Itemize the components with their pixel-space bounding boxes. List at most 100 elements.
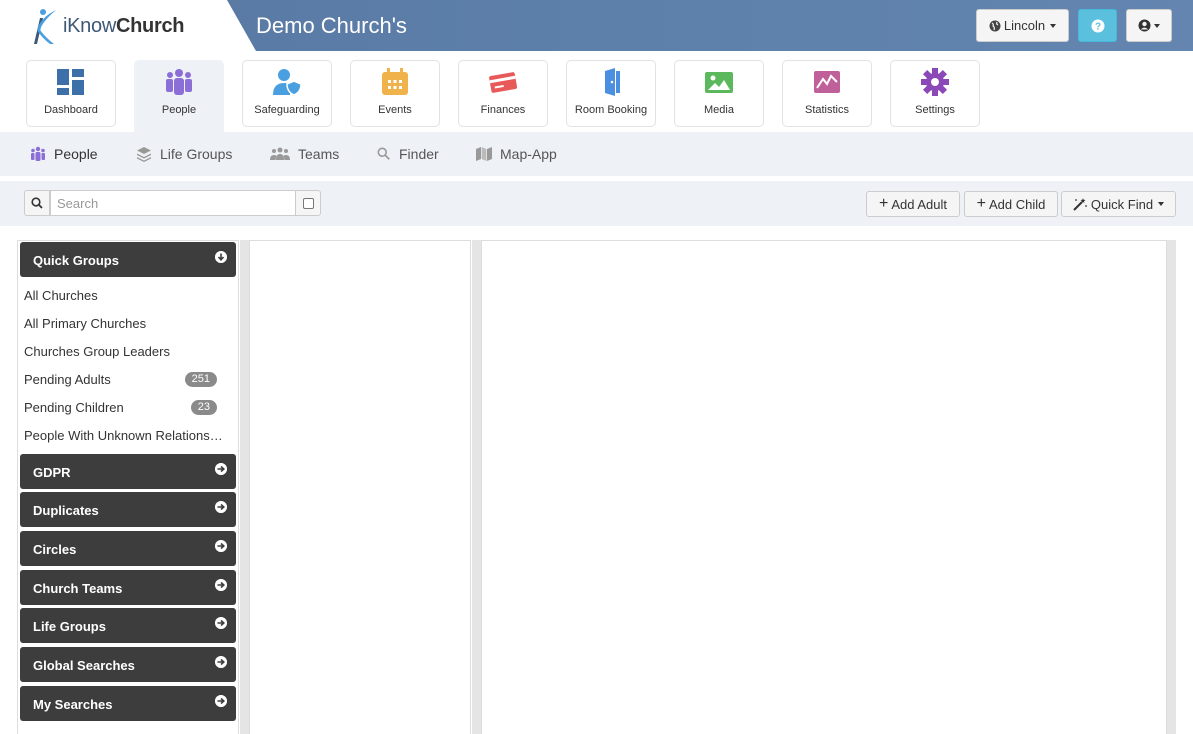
group-header-life-groups[interactable]: Life Groups xyxy=(20,608,236,643)
arrow-circle-right-icon xyxy=(215,540,227,552)
credit-card-icon xyxy=(489,72,518,93)
quick-group-item[interactable]: All Primary Churches xyxy=(24,316,229,331)
add-adult-button[interactable]: + Add Adult xyxy=(866,191,960,217)
logo-icon xyxy=(34,9,56,44)
module-label: Events xyxy=(378,104,412,116)
user-circle-icon xyxy=(1138,19,1151,32)
group-header-label: Church Teams xyxy=(33,581,123,596)
group-header-circles[interactable]: Circles xyxy=(20,531,236,566)
count-badge: 251 xyxy=(184,372,217,387)
app-header: iKnowChurch Demo Church's Lincoln ? xyxy=(0,0,1193,51)
module-events[interactable]: Events xyxy=(350,60,440,127)
module-statistics[interactable]: Statistics xyxy=(782,60,872,127)
group-header-my-searches[interactable]: My Searches xyxy=(20,686,236,721)
group-header-label: My Searches xyxy=(33,697,113,712)
help-button[interactable]: ? xyxy=(1078,9,1117,42)
module-label: Settings xyxy=(915,104,955,116)
quick-group-item[interactable]: People With Unknown Relationships xyxy=(24,428,226,443)
subnav-label: Teams xyxy=(298,146,340,162)
quick-group-item[interactable]: All Churches xyxy=(24,288,229,303)
groups-panel-scrollbar[interactable] xyxy=(240,240,249,734)
calendar-icon xyxy=(382,68,408,95)
arrow-circle-right-icon xyxy=(215,656,227,668)
arrow-circle-right-icon xyxy=(215,463,227,475)
group-header-quick-groups[interactable]: Quick Groups xyxy=(20,242,236,277)
search-input[interactable] xyxy=(50,190,296,216)
users-icon xyxy=(270,147,290,160)
user-menu-button[interactable] xyxy=(1126,9,1172,42)
subnav-map-app[interactable]: Map-App xyxy=(476,146,557,162)
group-header-duplicates[interactable]: Duplicates xyxy=(20,492,236,527)
logo-area[interactable]: iKnowChurch xyxy=(0,0,256,51)
group-header-label: Duplicates xyxy=(33,503,99,518)
magic-wand-icon xyxy=(1073,198,1087,211)
caret-down-icon xyxy=(1154,23,1160,28)
user-shield-icon xyxy=(273,69,302,96)
people-icon xyxy=(166,69,192,95)
quick-group-item[interactable]: Pending Adults 251 xyxy=(24,372,229,387)
arrow-circle-right-icon xyxy=(215,501,227,513)
caret-down-icon xyxy=(1158,202,1165,206)
subnav-people[interactable]: People xyxy=(30,146,98,162)
module-settings[interactable]: Settings xyxy=(890,60,980,127)
search-button[interactable] xyxy=(24,190,50,216)
subnav-teams[interactable]: Teams xyxy=(270,146,339,162)
plus-icon: + xyxy=(879,195,889,212)
gear-icon xyxy=(921,68,949,96)
arrow-circle-right-icon xyxy=(215,617,227,629)
subnav-finder[interactable]: Finder xyxy=(377,146,439,162)
subnav-label: Finder xyxy=(399,146,439,162)
search-option-checkbox[interactable] xyxy=(302,197,314,209)
subnav-label: People xyxy=(54,146,98,162)
arrow-circle-right-icon xyxy=(215,579,227,591)
group-header-church-teams[interactable]: Church Teams xyxy=(20,570,236,605)
module-label: Finances xyxy=(480,104,526,116)
group-header-label: Life Groups xyxy=(33,619,106,634)
toolbar: +Add Adult +Add Child Quick Find xyxy=(0,181,1193,226)
list-panel-scrollbar[interactable] xyxy=(472,240,481,734)
quick-find-button[interactable]: Quick Find xyxy=(1061,191,1176,217)
module-label: Statistics xyxy=(804,104,849,116)
module-finances[interactable]: Finances xyxy=(458,60,548,127)
sub-navigation: People Life Groups Teams Finder Map-App xyxy=(0,132,1193,176)
question-circle-icon: ? xyxy=(1091,19,1104,32)
svg-text:?: ? xyxy=(1094,21,1100,32)
search-option-toggle[interactable] xyxy=(295,190,321,216)
map-icon xyxy=(476,147,492,161)
quick-group-item[interactable]: Pending Children 23 xyxy=(24,400,229,415)
location-dropdown[interactable]: Lincoln xyxy=(976,9,1069,42)
add-child-label: Add Child xyxy=(988,196,1046,212)
logo-text: iKnowChurch xyxy=(63,15,185,37)
group-header-gdpr[interactable]: GDPR xyxy=(20,454,236,489)
module-label: Safeguarding xyxy=(254,104,320,116)
group-header-label: GDPR xyxy=(33,465,71,480)
location-label: Lincoln xyxy=(1003,18,1046,33)
caret-down-icon xyxy=(1050,23,1057,28)
count-badge: 23 xyxy=(190,400,217,415)
module-media[interactable]: Media xyxy=(674,60,764,127)
detail-panel-scrollbar[interactable] xyxy=(1167,240,1176,734)
list-panel xyxy=(249,240,471,734)
module-dashboard[interactable]: Dashboard xyxy=(26,60,116,127)
module-safeguarding[interactable]: Safeguarding xyxy=(242,60,332,127)
plus-icon: + xyxy=(976,195,986,212)
arrow-circle-down-icon xyxy=(215,251,227,263)
layers-icon xyxy=(137,147,151,162)
module-room-booking[interactable]: Room Booking xyxy=(566,60,656,127)
group-header-label: Quick Groups xyxy=(33,253,119,268)
subnav-label: Life Groups xyxy=(160,146,233,162)
people-icon xyxy=(31,146,45,161)
search-icon xyxy=(31,197,43,209)
image-icon xyxy=(705,72,733,93)
church-title: Demo Church's xyxy=(256,13,407,38)
globe-icon xyxy=(989,20,1001,31)
group-header-global-searches[interactable]: Global Searches xyxy=(20,647,236,682)
group-header-label: Circles xyxy=(33,542,77,557)
quick-group-item[interactable]: Churches Group Leaders xyxy=(24,344,229,359)
group-header-label: Global Searches xyxy=(33,658,135,673)
add-adult-label: Add Adult xyxy=(891,196,947,212)
module-people[interactable]: People xyxy=(134,60,224,133)
add-child-button[interactable]: + Add Child xyxy=(964,191,1058,217)
subnav-life-groups[interactable]: Life Groups xyxy=(136,146,232,162)
arrow-circle-right-icon xyxy=(215,695,227,707)
